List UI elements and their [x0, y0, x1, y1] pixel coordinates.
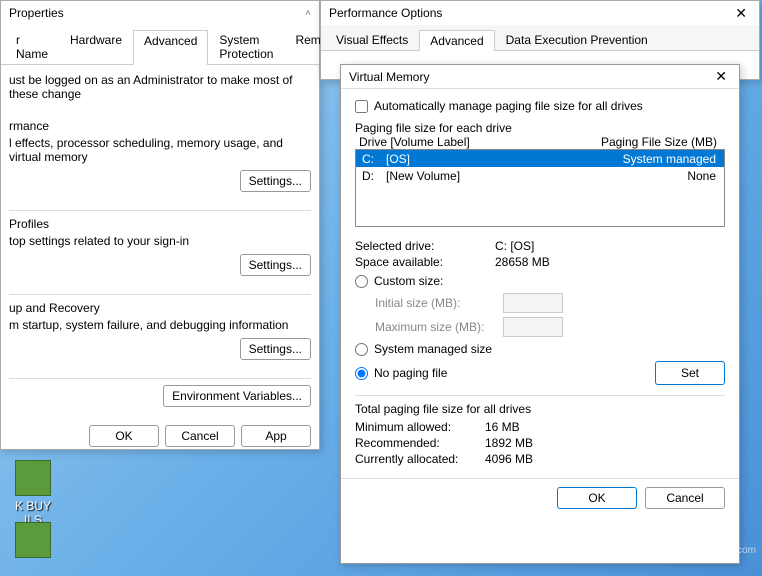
drive-volume: [New Volume] — [386, 169, 526, 183]
drive-size: System managed — [526, 152, 724, 166]
currently-allocated-key: Currently allocated: — [355, 452, 485, 466]
perf-title: Performance Options — [329, 6, 442, 20]
vm-cancel-button[interactable]: Cancel — [645, 487, 725, 509]
system-properties-window: Properties ˄ r Name Hardware Advanced Sy… — [0, 0, 320, 450]
recommended-value: 1892 MB — [485, 436, 533, 450]
tab-system-protection[interactable]: System Protection — [208, 29, 284, 64]
recovery-label: up and Recovery — [9, 301, 311, 315]
perf-titlebar[interactable]: Performance Options ✕ — [321, 1, 759, 25]
maximum-size-label: Maximum size (MB): — [375, 320, 495, 334]
tab-computer-name[interactable]: r Name — [5, 29, 59, 64]
space-available-key: Space available: — [355, 255, 495, 269]
radio-system-managed[interactable] — [355, 343, 368, 356]
tab-dep[interactable]: Data Execution Prevention — [495, 29, 659, 50]
profiles-settings-button[interactable]: Settings... — [240, 254, 311, 276]
currently-allocated-value: 4096 MB — [485, 452, 533, 466]
auto-manage-label: Automatically manage paging file size fo… — [374, 99, 643, 113]
tab-hardware[interactable]: Hardware — [59, 29, 133, 64]
vm-title: Virtual Memory — [349, 70, 429, 84]
auto-manage-checkbox[interactable] — [355, 100, 368, 113]
props-ok-button[interactable]: OK — [89, 425, 159, 447]
selected-drive-value: C: [OS] — [495, 239, 534, 253]
selected-drive-key: Selected drive: — [355, 239, 495, 253]
drive-row-c[interactable]: C: [OS] System managed — [356, 150, 724, 167]
radio-system-managed-label: System managed size — [374, 342, 492, 356]
profiles-desc: top settings related to your sign-in — [9, 234, 311, 248]
props-cancel-button[interactable]: Cancel — [165, 425, 235, 447]
drive-list-header: Drive [Volume Label] Paging File Size (M… — [355, 135, 725, 149]
min-allowed-value: 16 MB — [485, 420, 520, 434]
min-allowed-key: Minimum allowed: — [355, 420, 485, 434]
props-titlebar[interactable]: Properties ˄ — [1, 1, 319, 25]
radio-custom-size[interactable] — [355, 275, 368, 288]
drive-size: None — [526, 169, 724, 183]
vm-footer: OK Cancel — [341, 478, 739, 517]
perf-tabs: Visual Effects Advanced Data Execution P… — [321, 25, 759, 51]
excel-icon — [15, 460, 51, 496]
maximum-size-input — [503, 317, 563, 337]
admin-note: ust be logged on as an Administrator to … — [9, 73, 311, 101]
performance-label: rmance — [9, 119, 311, 133]
list-label: Paging file size for each drive — [355, 121, 725, 135]
radio-custom-label: Custom size: — [374, 274, 443, 288]
desktop-icon-excel-1[interactable]: K BUY ILS — [8, 460, 58, 527]
props-apply-button[interactable]: App — [241, 425, 311, 447]
recommended-key: Recommended: — [355, 436, 485, 450]
space-available-value: 28658 MB — [495, 255, 550, 269]
desktop-icon-excel-2[interactable] — [8, 522, 58, 561]
excel-icon — [15, 522, 51, 558]
performance-desc: l effects, processor scheduling, memory … — [9, 136, 311, 164]
perf-close-icon[interactable]: ✕ — [731, 5, 751, 22]
vm-titlebar[interactable]: Virtual Memory ✕ — [341, 65, 739, 89]
initial-size-input — [503, 293, 563, 313]
drive-row-d[interactable]: D: [New Volume] None — [356, 167, 724, 184]
performance-settings-button[interactable]: Settings... — [240, 170, 311, 192]
vm-ok-button[interactable]: OK — [557, 487, 637, 509]
tab-advanced[interactable]: Advanced — [133, 30, 208, 65]
virtual-memory-dialog: Virtual Memory ✕ Automatically manage pa… — [340, 64, 740, 564]
watermark: wsxdn.com — [706, 545, 756, 556]
col-drive: Drive [Volume Label] — [355, 135, 525, 149]
props-title: Properties — [9, 6, 64, 20]
tab-visual-effects[interactable]: Visual Effects — [325, 29, 419, 50]
recovery-settings-button[interactable]: Settings... — [240, 338, 311, 360]
props-tabs: r Name Hardware Advanced System Protecti… — [1, 25, 319, 65]
drive-volume: [OS] — [386, 152, 526, 166]
radio-no-paging[interactable] — [355, 367, 368, 380]
initial-size-label: Initial size (MB): — [375, 296, 495, 310]
recovery-desc: m startup, system failure, and debugging… — [9, 318, 311, 332]
chevron-up-icon: ˄ — [305, 8, 311, 19]
props-footer: OK Cancel App — [1, 415, 319, 457]
set-button[interactable]: Set — [655, 361, 725, 385]
drive-letter: D: — [356, 169, 386, 183]
col-size: Paging File Size (MB) — [525, 135, 725, 149]
radio-no-paging-label: No paging file — [374, 366, 447, 380]
totals-label: Total paging file size for all drives — [355, 402, 725, 416]
profiles-label: Profiles — [9, 217, 311, 231]
tab-perf-advanced[interactable]: Advanced — [419, 30, 494, 51]
drive-letter: C: — [356, 152, 386, 166]
drive-listbox[interactable]: C: [OS] System managed D: [New Volume] N… — [355, 149, 725, 227]
environment-variables-button[interactable]: Environment Variables... — [163, 385, 311, 407]
vm-close-icon[interactable]: ✕ — [711, 68, 731, 85]
